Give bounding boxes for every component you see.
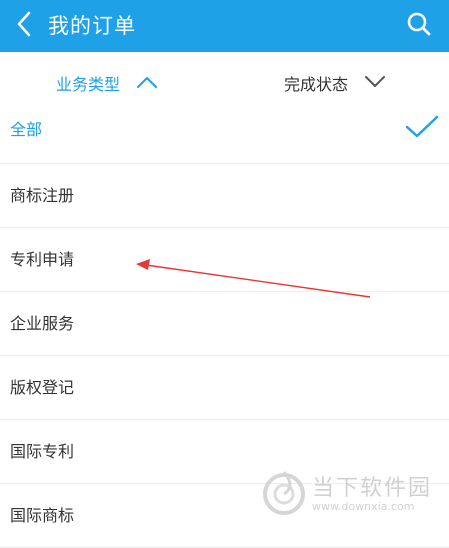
option-label: 国际专利: [10, 442, 75, 461]
business-type-label: 业务类型: [56, 75, 121, 94]
search-icon: [406, 11, 432, 41]
search-button[interactable]: [399, 6, 439, 46]
option-label: 商标注册: [10, 186, 75, 205]
chevron-down-icon: [364, 74, 386, 93]
chevron-up-icon: [136, 74, 158, 93]
option-copyright-registration[interactable]: 版权登记: [0, 356, 449, 420]
completion-status-label: 完成状态: [284, 75, 349, 94]
option-all[interactable]: 全部: [0, 100, 449, 164]
chevron-left-icon: [16, 11, 32, 41]
app-bar: 我的订单: [0, 0, 449, 52]
page-title: 我的订单: [48, 14, 136, 38]
option-label: 专利申请: [10, 250, 75, 269]
back-button[interactable]: [8, 6, 40, 46]
option-international-trademark[interactable]: 国际商标: [0, 484, 449, 548]
business-type-options: 全部 商标注册 专利申请 企业服务 版权登记 国际专利 国际商标: [0, 100, 449, 548]
option-trademark-registration[interactable]: 商标注册: [0, 164, 449, 228]
option-label: 全部: [10, 120, 43, 139]
option-label: 国际商标: [10, 506, 75, 525]
option-enterprise-services[interactable]: 企业服务: [0, 292, 449, 356]
option-label: 版权登记: [10, 378, 75, 397]
option-patent-application[interactable]: 专利申请: [0, 228, 449, 292]
check-icon: [405, 114, 439, 144]
option-label: 企业服务: [10, 314, 75, 333]
option-international-patent[interactable]: 国际专利: [0, 420, 449, 484]
